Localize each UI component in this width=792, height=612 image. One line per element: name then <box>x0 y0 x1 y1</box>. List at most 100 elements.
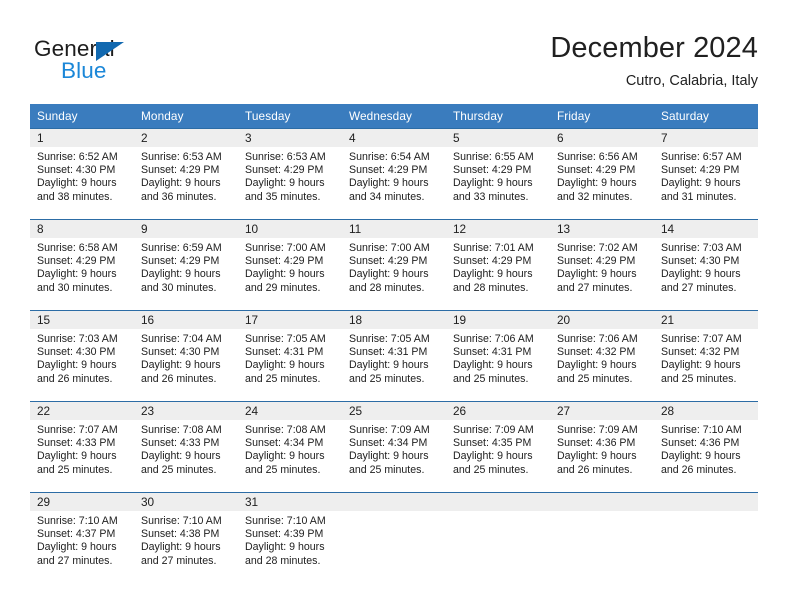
calendar-day-cell[interactable]: 29 Sunrise: 7:10 AM Sunset: 4:37 PM Dayl… <box>30 492 134 583</box>
calendar-day-cell[interactable]: 18 Sunrise: 7:05 AM Sunset: 4:31 PM Dayl… <box>342 310 446 402</box>
day-cell-content: 8 Sunrise: 6:58 AM Sunset: 4:29 PM Dayli… <box>30 220 134 310</box>
sunset-text: Sunset: 4:29 PM <box>453 164 532 177</box>
calendar-day-cell[interactable]: 10 Sunrise: 7:00 AM Sunset: 4:29 PM Dayl… <box>238 219 342 311</box>
sunset-text: Sunset: 4:39 PM <box>245 528 324 541</box>
calendar-day-cell[interactable]: 30 Sunrise: 7:10 AM Sunset: 4:38 PM Dayl… <box>134 492 238 583</box>
sunset-text: Sunset: 4:36 PM <box>557 437 636 450</box>
calendar-day-cell[interactable]: 15 Sunrise: 7:03 AM Sunset: 4:30 PM Dayl… <box>30 310 134 402</box>
calendar-day-cell[interactable]: 24 Sunrise: 7:08 AM Sunset: 4:34 PM Dayl… <box>238 401 342 493</box>
day-cell-content: 7 Sunrise: 6:57 AM Sunset: 4:29 PM Dayli… <box>654 129 758 219</box>
sunset-text: Sunset: 4:29 PM <box>349 255 428 268</box>
day-cell-content: 22 Sunrise: 7:07 AM Sunset: 4:33 PM Dayl… <box>30 402 134 492</box>
calendar-day-cell[interactable]: 7 Sunrise: 6:57 AM Sunset: 4:29 PM Dayli… <box>654 128 758 220</box>
day-number: 31 <box>238 493 342 511</box>
sunset-text: Sunset: 4:37 PM <box>37 528 116 541</box>
calendar-day-cell[interactable]: 11 Sunrise: 7:00 AM Sunset: 4:29 PM Dayl… <box>342 219 446 311</box>
calendar-day-cell[interactable]: 13 Sunrise: 7:02 AM Sunset: 4:29 PM Dayl… <box>550 219 654 311</box>
calendar-day-cell[interactable]: 27 Sunrise: 7:09 AM Sunset: 4:36 PM Dayl… <box>550 401 654 493</box>
daylight-text-line1: Daylight: 9 hours <box>349 359 429 372</box>
calendar-day-cell[interactable]: 8 Sunrise: 6:58 AM Sunset: 4:29 PM Dayli… <box>30 219 134 311</box>
sunrise-text: Sunrise: 7:03 AM <box>37 333 118 345</box>
sunrise-text: Sunrise: 6:57 AM <box>661 151 742 163</box>
calendar-day-cell[interactable]: 9 Sunrise: 6:59 AM Sunset: 4:29 PM Dayli… <box>134 219 238 311</box>
sunset-text: Sunset: 4:29 PM <box>37 255 116 268</box>
day-cell-content: 13 Sunrise: 7:02 AM Sunset: 4:29 PM Dayl… <box>550 220 654 310</box>
day-number: 2 <box>134 129 238 147</box>
calendar-day-cell[interactable]: 6 Sunrise: 6:56 AM Sunset: 4:29 PM Dayli… <box>550 128 654 220</box>
calendar-day-cell[interactable]: 16 Sunrise: 7:04 AM Sunset: 4:30 PM Dayl… <box>134 310 238 402</box>
day-cell-content: 18 Sunrise: 7:05 AM Sunset: 4:31 PM Dayl… <box>342 311 446 401</box>
daylight-text-line1: Daylight: 9 hours <box>349 450 429 463</box>
daylight-text-line1: Daylight: 9 hours <box>37 177 117 190</box>
calendar-day-cell[interactable]: 28 Sunrise: 7:10 AM Sunset: 4:36 PM Dayl… <box>654 401 758 493</box>
calendar-day-cell[interactable]: 19 Sunrise: 7:06 AM Sunset: 4:31 PM Dayl… <box>446 310 550 402</box>
sunset-text: Sunset: 4:30 PM <box>37 346 116 359</box>
day-info: Sunrise: 7:06 AM Sunset: 4:32 PM Dayligh… <box>550 329 654 386</box>
sunrise-text: Sunrise: 6:59 AM <box>141 242 222 254</box>
calendar-day-cell[interactable]: 12 Sunrise: 7:01 AM Sunset: 4:29 PM Dayl… <box>446 219 550 311</box>
daylight-text-line1: Daylight: 9 hours <box>453 268 533 281</box>
day-cell-content: 11 Sunrise: 7:00 AM Sunset: 4:29 PM Dayl… <box>342 220 446 310</box>
daylight-text-line1: Daylight: 9 hours <box>349 268 429 281</box>
day-info: Sunrise: 6:55 AM Sunset: 4:29 PM Dayligh… <box>446 147 550 204</box>
sunrise-text: Sunrise: 7:07 AM <box>37 424 118 436</box>
calendar-week-row: 29 Sunrise: 7:10 AM Sunset: 4:37 PM Dayl… <box>30 492 758 583</box>
daylight-text-line1: Daylight: 9 hours <box>453 450 533 463</box>
daylight-text-line2: and 25 minutes. <box>453 372 529 385</box>
calendar-day-cell[interactable]: 14 Sunrise: 7:03 AM Sunset: 4:30 PM Dayl… <box>654 219 758 311</box>
day-info: Sunrise: 7:09 AM Sunset: 4:36 PM Dayligh… <box>550 420 654 477</box>
calendar-body: 1 Sunrise: 6:52 AM Sunset: 4:30 PM Dayli… <box>30 128 758 583</box>
day-cell-content: 1 Sunrise: 6:52 AM Sunset: 4:30 PM Dayli… <box>30 129 134 219</box>
daylight-text-line1: Daylight: 9 hours <box>453 359 533 372</box>
calendar-day-cell[interactable]: 17 Sunrise: 7:05 AM Sunset: 4:31 PM Dayl… <box>238 310 342 402</box>
generalblue-logo: General Blue <box>34 36 214 88</box>
sunset-text: Sunset: 4:38 PM <box>141 528 220 541</box>
day-number: 10 <box>238 220 342 238</box>
day-info: Sunrise: 7:00 AM Sunset: 4:29 PM Dayligh… <box>238 238 342 295</box>
sunset-text: Sunset: 4:30 PM <box>37 164 116 177</box>
sunset-text: Sunset: 4:29 PM <box>245 164 324 177</box>
daylight-text-line2: and 36 minutes. <box>141 190 217 203</box>
sunset-text: Sunset: 4:34 PM <box>245 437 324 450</box>
calendar-day-cell[interactable]: 26 Sunrise: 7:09 AM Sunset: 4:35 PM Dayl… <box>446 401 550 493</box>
calendar-day-cell[interactable]: 4 Sunrise: 6:54 AM Sunset: 4:29 PM Dayli… <box>342 128 446 220</box>
calendar-day-cell[interactable]: 21 Sunrise: 7:07 AM Sunset: 4:32 PM Dayl… <box>654 310 758 402</box>
day-info: Sunrise: 7:10 AM Sunset: 4:38 PM Dayligh… <box>134 511 238 568</box>
daylight-text-line2: and 25 minutes. <box>141 463 217 476</box>
daylight-text-line1: Daylight: 9 hours <box>37 268 117 281</box>
daylight-text-line1: Daylight: 9 hours <box>661 177 741 190</box>
logo-text-blue: Blue <box>61 58 107 83</box>
calendar-day-cell[interactable]: 2 Sunrise: 6:53 AM Sunset: 4:29 PM Dayli… <box>134 128 238 220</box>
calendar-day-cell[interactable]: 25 Sunrise: 7:09 AM Sunset: 4:34 PM Dayl… <box>342 401 446 493</box>
day-info: Sunrise: 7:04 AM Sunset: 4:30 PM Dayligh… <box>134 329 238 386</box>
day-number: 18 <box>342 311 446 329</box>
calendar-day-cell[interactable]: 5 Sunrise: 6:55 AM Sunset: 4:29 PM Dayli… <box>446 128 550 220</box>
sunrise-text: Sunrise: 6:54 AM <box>349 151 430 163</box>
daylight-text-line1: Daylight: 9 hours <box>349 177 429 190</box>
day-cell-content: 28 Sunrise: 7:10 AM Sunset: 4:36 PM Dayl… <box>654 402 758 492</box>
day-number: 11 <box>342 220 446 238</box>
daylight-text-line2: and 34 minutes. <box>349 190 425 203</box>
calendar-day-cell[interactable]: 23 Sunrise: 7:08 AM Sunset: 4:33 PM Dayl… <box>134 401 238 493</box>
daylight-text-line2: and 26 minutes. <box>141 372 217 385</box>
sunrise-text: Sunrise: 7:09 AM <box>557 424 638 436</box>
calendar-day-cell[interactable]: 22 Sunrise: 7:07 AM Sunset: 4:33 PM Dayl… <box>30 401 134 493</box>
calendar-day-cell[interactable]: 1 Sunrise: 6:52 AM Sunset: 4:30 PM Dayli… <box>30 128 134 220</box>
daylight-text-line1: Daylight: 9 hours <box>245 177 325 190</box>
daylight-text-line1: Daylight: 9 hours <box>37 541 117 554</box>
sunrise-text: Sunrise: 7:06 AM <box>557 333 638 345</box>
calendar-day-cell[interactable]: 20 Sunrise: 7:06 AM Sunset: 4:32 PM Dayl… <box>550 310 654 402</box>
weekday-header-thursday: Thursday <box>446 104 550 129</box>
daylight-text-line2: and 35 minutes. <box>245 190 321 203</box>
title-block: December 2024 Cutro, Calabria, Italy <box>550 30 758 90</box>
sunset-text: Sunset: 4:29 PM <box>453 255 532 268</box>
sunset-text: Sunset: 4:30 PM <box>661 255 740 268</box>
sunset-text: Sunset: 4:35 PM <box>453 437 532 450</box>
calendar-day-cell[interactable]: 3 Sunrise: 6:53 AM Sunset: 4:29 PM Dayli… <box>238 128 342 220</box>
daylight-text-line1: Daylight: 9 hours <box>141 268 221 281</box>
sunset-text: Sunset: 4:29 PM <box>661 164 740 177</box>
calendar-day-cell[interactable]: 31 Sunrise: 7:10 AM Sunset: 4:39 PM Dayl… <box>238 492 342 583</box>
day-info: Sunrise: 6:59 AM Sunset: 4:29 PM Dayligh… <box>134 238 238 295</box>
daylight-text-line2: and 28 minutes. <box>349 281 425 294</box>
day-number-empty <box>446 493 550 511</box>
